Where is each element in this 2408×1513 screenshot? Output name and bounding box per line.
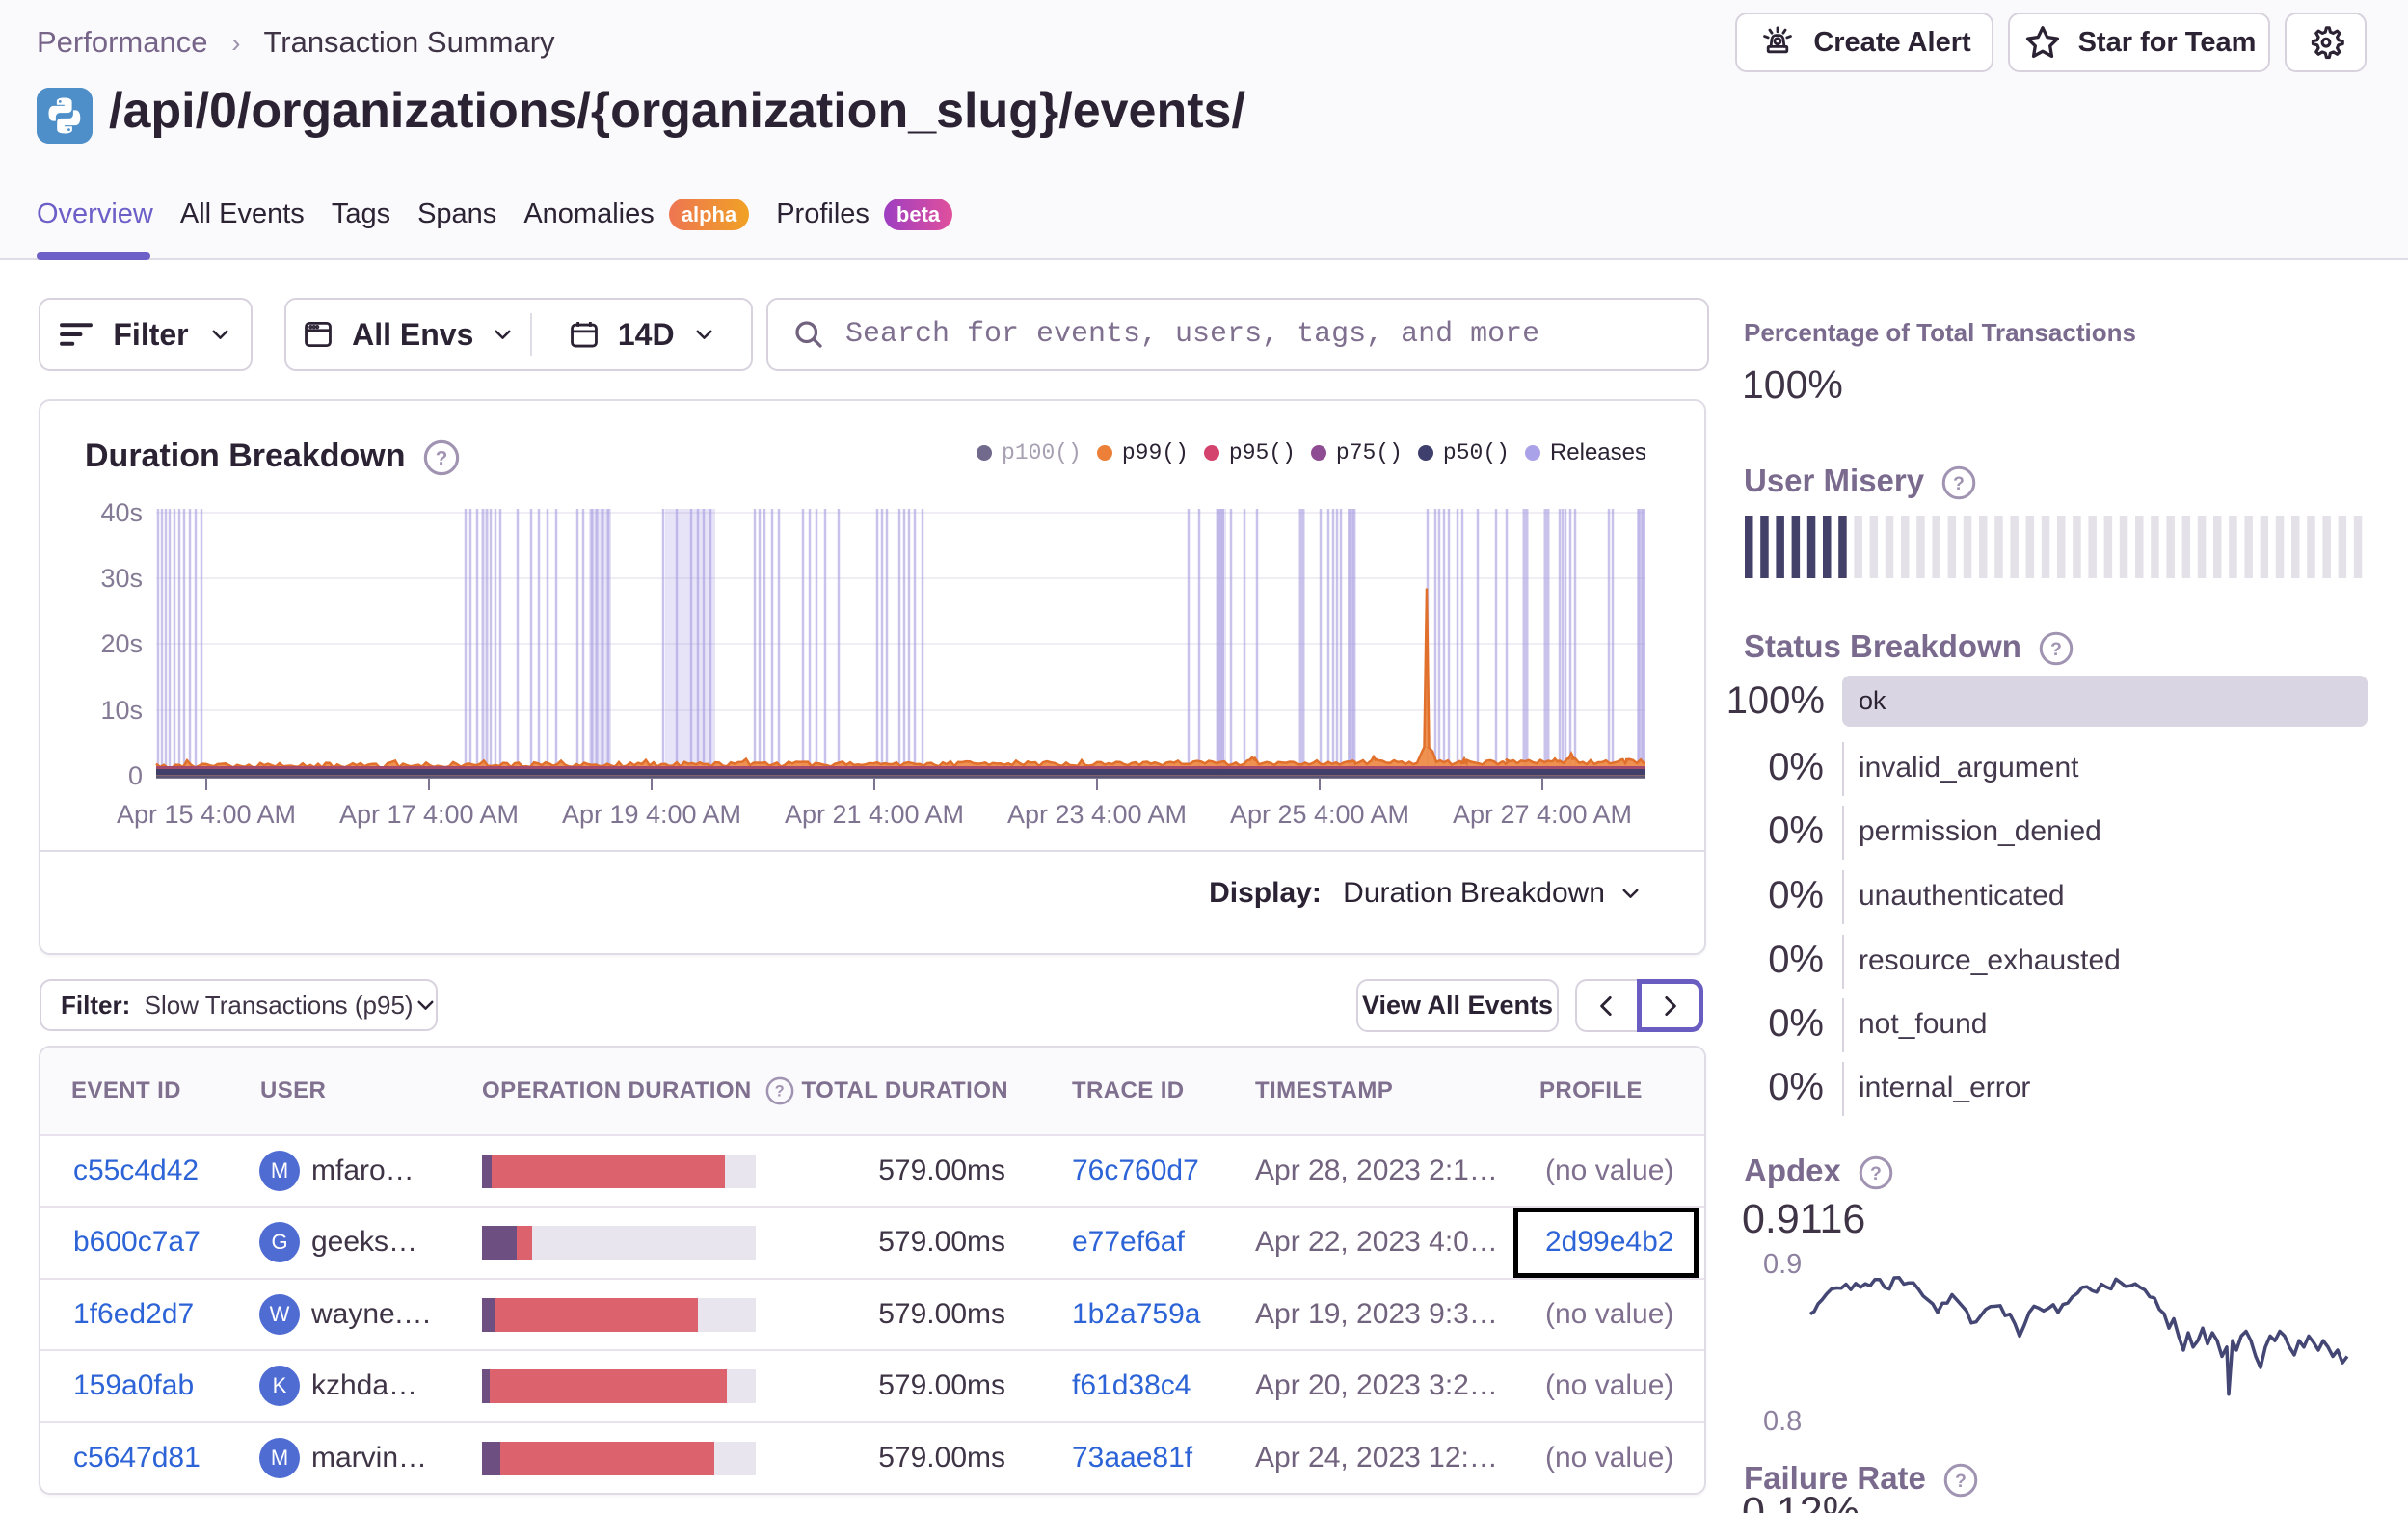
svg-text:0: 0: [128, 761, 143, 790]
svg-text:?: ?: [1870, 1163, 1882, 1184]
svg-text:Apr 15 4:00 AM: Apr 15 4:00 AM: [117, 800, 296, 829]
svg-text:?: ?: [1955, 1471, 1967, 1492]
svg-text:Apr 17 4:00 AM: Apr 17 4:00 AM: [339, 800, 519, 829]
svg-text:?: ?: [775, 1083, 785, 1101]
svg-text:Apr 19 4:00 AM: Apr 19 4:00 AM: [562, 800, 741, 829]
svg-text:10s: 10s: [100, 696, 143, 725]
svg-text:Apr 25 4:00 AM: Apr 25 4:00 AM: [1230, 800, 1409, 829]
svg-text:20s: 20s: [100, 629, 143, 658]
svg-text:?: ?: [1953, 473, 1965, 494]
svg-text:30s: 30s: [100, 564, 143, 593]
svg-text:Apr 27 4:00 AM: Apr 27 4:00 AM: [1453, 800, 1632, 829]
svg-text:Apr 23 4:00 AM: Apr 23 4:00 AM: [1007, 800, 1187, 829]
svg-text:40s: 40s: [100, 498, 143, 527]
svg-text:Apr 21 4:00 AM: Apr 21 4:00 AM: [785, 800, 964, 829]
svg-text:?: ?: [2050, 639, 2062, 660]
